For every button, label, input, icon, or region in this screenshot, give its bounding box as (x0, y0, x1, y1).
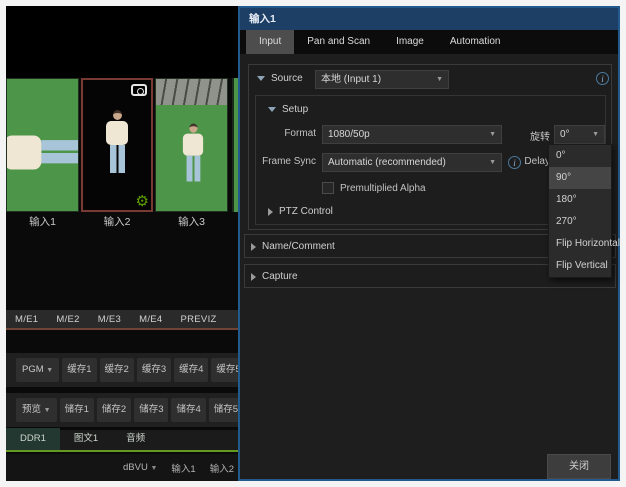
chevron-down-icon: ▼ (44, 407, 51, 414)
triangle-closed-icon (251, 243, 256, 251)
chevron-down-icon: ▼ (46, 367, 53, 374)
delay-label: Delay (522, 156, 550, 167)
audio-status-bar: dBVU ▼ 输入1 输入2 (6, 454, 238, 481)
meter-input1-label: 输入1 (171, 461, 195, 475)
program-monitor (6, 6, 238, 78)
pvw-buffer5-button[interactable]: 储存5 (209, 398, 238, 422)
tab-me1[interactable]: M/E1 (6, 314, 47, 325)
rotate-option-180[interactable]: 180° (549, 189, 611, 211)
tab-audio[interactable]: 音频 (112, 428, 159, 450)
camera-icon[interactable] (131, 84, 147, 96)
pgm-buffer5-button[interactable]: 缓存5 (211, 358, 238, 382)
triangle-closed-icon (268, 208, 273, 216)
premultiplied-alpha-checkbox[interactable] (322, 182, 334, 194)
studio-ceiling (156, 79, 227, 105)
program-bus-row: PGM ▼ 缓存1 缓存2 缓存3 缓存4 缓存5 缓存6 缓存7 (6, 353, 238, 387)
ptz-control-header[interactable]: PTZ Control (268, 206, 333, 217)
input2-monitor-selected[interactable]: ⚙ (81, 78, 153, 212)
triangle-open-icon (257, 76, 265, 81)
frame-sync-select[interactable]: Automatic (recommended)▼ (322, 153, 502, 172)
rotate-dropdown-menu: 0° 90° 180° 270° Flip Horizontal Flip Ve… (548, 144, 612, 278)
preview-bus-row: 预览 ▼ 储存1 储存2 储存3 储存4 储存5 储存6 储存7 (6, 393, 238, 427)
chevron-down-icon: ▼ (592, 126, 599, 143)
frame-sync-info-icon[interactable]: i (508, 156, 521, 169)
pgm-bus-selector[interactable]: PGM ▼ (16, 358, 59, 382)
dialog-tab-bar: Input Pan and Scan Image Automation (240, 30, 618, 54)
source-select[interactable]: 本地 (Input 1)▼ (315, 70, 449, 89)
triangle-open-icon (268, 107, 276, 112)
input1-monitor[interactable] (6, 78, 79, 212)
pgm-buffer3-button[interactable]: 缓存3 (137, 358, 171, 382)
triangle-closed-icon (251, 273, 256, 281)
capture-header[interactable]: Capture (251, 271, 298, 282)
pvw-buffer3-button[interactable]: 储存3 (134, 398, 168, 422)
gear-icon[interactable]: ⚙ (136, 194, 149, 209)
tab-ddr1[interactable]: DDR1 (6, 428, 60, 450)
format-select[interactable]: 1080/50p▼ (322, 125, 502, 144)
rotate-option-90[interactable]: 90° (549, 167, 611, 189)
pgm-buffer2-button[interactable]: 缓存2 (100, 358, 134, 382)
tab-automation[interactable]: Automation (437, 30, 514, 54)
rotate-label: 旋转 (524, 128, 550, 143)
input-monitor-row: ⚙ 输入1 输入2 输入3 (6, 78, 238, 230)
pgm-buffer4-button[interactable]: 缓存4 (174, 358, 208, 382)
meter-input2-label: 输入2 (210, 461, 234, 475)
source-info-icon[interactable]: i (596, 72, 609, 85)
format-label: Format (266, 128, 316, 139)
name-comment-header[interactable]: Name/Comment (251, 241, 335, 252)
tab-input[interactable]: Input (246, 30, 294, 54)
chevron-down-icon: ▼ (489, 154, 496, 171)
switcher-panel: ⚙ 输入1 输入2 输入3 M/E1 M/E2 M/E3 M/E4 PREVI (6, 6, 238, 481)
rotate-option-flip-horizontal[interactable]: Flip Horizontal (549, 233, 611, 255)
person-figure (106, 110, 128, 173)
source-section-header[interactable]: Source (257, 73, 303, 84)
tab-me4[interactable]: M/E4 (130, 314, 171, 325)
pvw-buffer4-button[interactable]: 储存4 (171, 398, 205, 422)
frame-sync-label: Frame Sync (258, 156, 316, 167)
person-figure (183, 124, 203, 182)
media-tab-strip: DDR1 图文1 音频 (6, 430, 238, 452)
input2-label: 输入2 (81, 215, 153, 230)
input1-label: 输入1 (6, 215, 79, 230)
rotate-option-270[interactable]: 270° (549, 211, 611, 233)
me-tab-strip: M/E1 M/E2 M/E3 M/E4 PREVIZ (6, 310, 238, 330)
tab-me2[interactable]: M/E2 (47, 314, 88, 325)
chevron-down-icon: ▼ (436, 71, 443, 88)
rotate-option-flip-vertical[interactable]: Flip Vertical (549, 255, 611, 277)
screenshot-stage: ⚙ 输入1 输入2 输入3 M/E1 M/E2 M/E3 M/E4 PREVI (0, 0, 626, 487)
preview-bus-selector[interactable]: 预览 ▼ (16, 398, 57, 422)
person-figure (6, 135, 79, 169)
input3-monitor[interactable] (155, 78, 228, 212)
tab-gfx1[interactable]: 图文1 (60, 428, 112, 450)
setup-section-header[interactable]: Setup (268, 104, 308, 115)
rotate-option-0[interactable]: 0° (549, 145, 611, 167)
chevron-down-icon: ▼ (489, 126, 496, 143)
chevron-down-icon: ▼ (150, 465, 157, 472)
meter-mode-selector[interactable]: dBVU ▼ (123, 462, 157, 473)
input3-label: 输入3 (155, 215, 228, 230)
tab-me3[interactable]: M/E3 (89, 314, 130, 325)
input1-settings-dialog: 输入1 Input Pan and Scan Image Automation … (238, 6, 620, 481)
rotate-select[interactable]: 0°▼ (554, 125, 605, 144)
dialog-title[interactable]: 输入1 (240, 8, 618, 30)
close-button[interactable]: 关闭 (547, 454, 611, 479)
tab-previz[interactable]: PREVIZ (172, 314, 226, 325)
pvw-buffer1-button[interactable]: 储存1 (60, 398, 94, 422)
pvw-buffer2-button[interactable]: 储存2 (97, 398, 131, 422)
app-window: ⚙ 输入1 输入2 输入3 M/E1 M/E2 M/E3 M/E4 PREVI (6, 6, 620, 481)
premultiplied-alpha-label: Premultiplied Alpha (340, 183, 450, 194)
tab-image[interactable]: Image (383, 30, 437, 54)
pgm-buffer1-button[interactable]: 缓存1 (62, 358, 96, 382)
tab-pan-and-scan[interactable]: Pan and Scan (294, 30, 383, 54)
